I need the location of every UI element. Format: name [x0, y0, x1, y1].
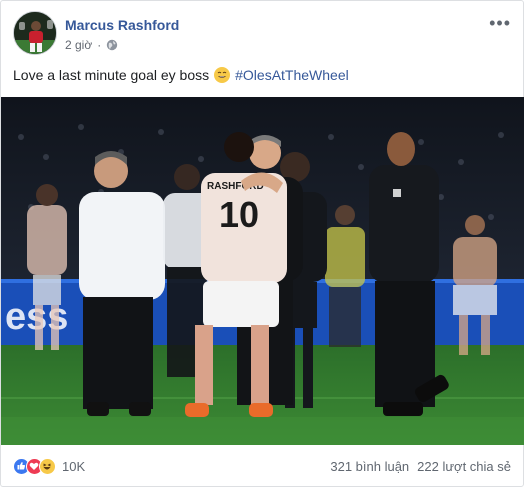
- caption-text: Love a last minute goal ey boss: [13, 67, 210, 83]
- football-celebration-photo: ess: [1, 97, 524, 445]
- post-header: Marcus Rashford 2 giờ · •••: [13, 11, 511, 59]
- hashtag-link[interactable]: #OlesAtTheWheel: [235, 67, 349, 83]
- jersey-number: 10: [219, 194, 259, 235]
- engagement-stats: 321 bình luận 222 lượt chia sẻ: [330, 459, 511, 474]
- post-photo[interactable]: ess: [1, 97, 524, 445]
- post-time[interactable]: 2 giờ: [65, 38, 92, 52]
- grin-emoji-icon: [214, 67, 231, 83]
- reaction-count[interactable]: 10K: [62, 459, 85, 474]
- more-options-icon[interactable]: •••: [489, 13, 511, 34]
- post-footer: 10K 321 bình luận 222 lượt chia sẻ: [13, 453, 511, 479]
- haha-reaction-icon[interactable]: [39, 457, 56, 475]
- post-meta: 2 giờ ·: [65, 38, 118, 52]
- post-caption: Love a last minute goal ey boss #OlesAtT…: [13, 67, 349, 83]
- avatar-image: [14, 12, 56, 54]
- globe-icon[interactable]: [106, 39, 118, 51]
- reactions-summary[interactable]: [13, 457, 56, 475]
- dot-separator: ·: [97, 38, 102, 52]
- author-name[interactable]: Marcus Rashford: [65, 17, 179, 33]
- shares-count[interactable]: 222 lượt chia sẻ: [417, 459, 511, 474]
- comments-count[interactable]: 321 bình luận: [330, 459, 409, 474]
- avatar[interactable]: [13, 11, 57, 55]
- facebook-post: Marcus Rashford 2 giờ · ••• Love a last …: [0, 0, 524, 487]
